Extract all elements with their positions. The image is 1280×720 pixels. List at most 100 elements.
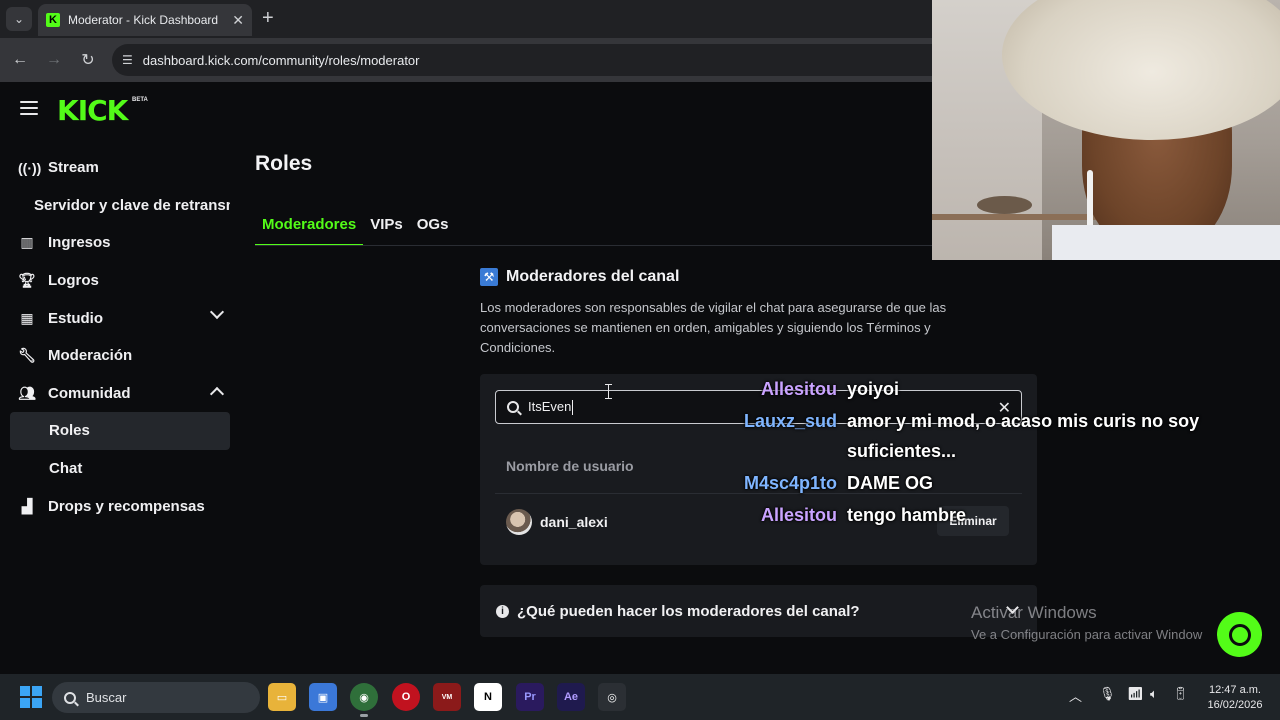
sidebar-item-moderacion[interactable]: 🔧︎ Moderación — [10, 337, 230, 375]
tab-search-button[interactable]: ⌄ — [6, 7, 32, 31]
text-cursor-icon — [605, 384, 615, 399]
close-tab-icon[interactable]: ✕ — [232, 12, 244, 29]
help-chat-button[interactable] — [1217, 612, 1262, 657]
webcam-overlay — [932, 0, 1280, 260]
menu-icon[interactable] — [20, 101, 38, 115]
system-clock[interactable]: 12:47 a.m. 16/02/2026 — [1200, 683, 1270, 713]
kick-logo[interactable]: KICK — [57, 94, 128, 127]
sidebar-item-label: Moderación — [48, 347, 133, 365]
hammer-icon: ⚒ — [480, 268, 498, 286]
avatar[interactable] — [506, 509, 532, 535]
opera-icon[interactable]: O — [392, 683, 420, 711]
section-description: Los moderadores son responsables de vigi… — [480, 300, 947, 355]
sidebar-item-logros[interactable]: 🏆︎ Logros — [10, 262, 230, 300]
url-text: dashboard.kick.com/community/roles/moder… — [142, 52, 420, 68]
chat-message: suficientes... — [847, 441, 957, 461]
sidebar-item-stream[interactable]: ((·)) Stream — [10, 149, 230, 187]
site-info-icon[interactable]: ☰ — [122, 53, 133, 67]
notion-icon[interactable]: N — [474, 683, 502, 711]
back-icon[interactable]: ← — [8, 48, 32, 72]
wifi-icon[interactable]: 📶︎ — [1127, 686, 1144, 702]
windows-start-icon[interactable] — [20, 686, 42, 708]
sidebar-item-comunidad[interactable]: 👥︎ Comunidad — [10, 375, 230, 413]
moderators-section: ⚒ Moderadores del canal Los moderadores … — [480, 268, 1040, 358]
new-tab-button[interactable]: + — [262, 8, 274, 28]
chrome-icon[interactable]: ◉ — [350, 683, 378, 717]
tray-chevron-icon[interactable]: ︿ — [1069, 686, 1082, 705]
sidebar-item-stream-key[interactable]: Servidor y clave de retransm — [10, 187, 230, 225]
obs-icon[interactable]: ◎ — [598, 683, 626, 711]
search-icon — [64, 691, 76, 704]
chat-message: tengo hambre — [847, 505, 967, 525]
clock-date: 16/02/2026 — [1207, 699, 1263, 711]
faq-question: ¿Qué pueden hacer los moderadores del ca… — [517, 602, 860, 620]
sidebar-item-label: Logros — [48, 272, 99, 290]
chat-message: DAME OG — [847, 473, 934, 493]
roles-tabs: Moderadores VIPs OGs — [255, 206, 455, 248]
sidebar-item-label: Roles — [49, 422, 90, 440]
trophy-icon: 🏆︎ — [18, 272, 36, 289]
sidebar-item-label: Servidor y clave de retransm — [34, 196, 230, 214]
after-effects-icon[interactable]: Ae — [557, 683, 585, 711]
sidebar-item-label: Drops y recompensas — [48, 497, 205, 515]
chat-username: M4sc4p1to — [743, 473, 837, 493]
sidebar-item-chat[interactable]: Chat — [10, 450, 230, 488]
chat-message: yoiyoi — [847, 379, 900, 399]
faq-accordion[interactable]: i ¿Qué pueden hacer los moderadores del … — [480, 585, 1037, 637]
premiere-icon[interactable]: Pr — [516, 683, 544, 711]
tab-title: Moderator - Kick Dashboard — [68, 13, 219, 27]
page-title: Roles — [255, 152, 313, 175]
sidebar-item-label: Chat — [49, 460, 83, 478]
column-header-username[interactable]: Nombre de usuario — [506, 458, 634, 474]
sidebar: ((·)) Stream Servidor y clave de retrans… — [10, 149, 230, 525]
broadcast-icon: ((·)) — [18, 159, 42, 176]
drops-icon: ▟ — [21, 497, 33, 514]
studio-icon: ▦ — [20, 309, 34, 326]
windows-activation-title: Activar Windows — [971, 603, 1097, 622]
battery-icon[interactable]: 🔋︎ — [1172, 686, 1189, 702]
sidebar-item-ingresos[interactable]: ▥ Ingresos — [10, 224, 230, 262]
tab-vips[interactable]: VIPs — [363, 206, 410, 246]
moderators-card: ItsEven ✕ Nombre de usuario dani_alexi E… — [480, 374, 1037, 565]
file-explorer-icon[interactable]: ▭ — [268, 683, 296, 711]
sidebar-item-drops[interactable]: ▟ Drops y recompensas — [10, 487, 230, 525]
kick-favicon-icon: K — [46, 13, 60, 27]
beta-badge: BETA — [132, 97, 148, 103]
reload-icon[interactable]: ↻ — [76, 48, 100, 72]
search-value[interactable]: ItsEven — [528, 399, 574, 416]
sidebar-item-label: Comunidad — [48, 384, 131, 402]
chevron-down-icon[interactable] — [209, 305, 225, 320]
username[interactable]: dani_alexi — [540, 514, 608, 530]
clock-time: 12:47 a.m. — [1209, 684, 1261, 696]
table-row: dani_alexi — [506, 509, 608, 535]
wrench-icon: 🔧︎ — [18, 347, 36, 364]
forward-icon[interactable]: → — [42, 48, 66, 72]
windows-activation-subtitle: Ve a Configuración para activar Window — [971, 627, 1203, 642]
tabs-divider — [255, 245, 935, 246]
sidebar-item-label: Ingresos — [48, 234, 111, 252]
sidebar-item-label: Stream — [48, 159, 99, 177]
taskbar-search-placeholder: Buscar — [86, 690, 127, 705]
chat-username: Allesitou — [760, 505, 837, 525]
store-icon[interactable]: ▣ — [309, 683, 337, 711]
taskbar-search[interactable]: Buscar — [52, 682, 260, 713]
info-icon: i — [496, 604, 509, 618]
chart-icon: ▥ — [20, 234, 34, 251]
search-icon — [507, 401, 519, 413]
people-icon: 👥︎ — [18, 384, 36, 401]
sidebar-item-roles[interactable]: Roles — [10, 412, 230, 450]
sidebar-item-estudio[interactable]: ▦ Estudio — [10, 299, 230, 337]
chat-username: Allesitou — [760, 379, 837, 399]
voicemeeter-icon[interactable]: VM — [433, 683, 461, 711]
microphone-icon[interactable]: 🎙︎ — [1099, 686, 1116, 702]
browser-tab[interactable]: K Moderator - Kick Dashboard ✕ — [38, 4, 252, 36]
chat-message: amor y mi mod, o acaso mis curis no soy — [847, 411, 1200, 431]
chevron-up-icon[interactable] — [209, 386, 225, 401]
taskbar: Buscar ▭ ▣ ◉ O VM N Pr Ae ◎ ︿ 🎙︎ 📶︎ 🔈︎ 🔋… — [0, 674, 1280, 720]
volume-icon[interactable]: 🔈︎ — [1150, 686, 1158, 702]
tab-moderadores[interactable]: Moderadores — [255, 206, 364, 246]
section-title: Moderadores del canal — [506, 268, 680, 285]
chat-username: Lauxz_sud — [743, 411, 837, 431]
tab-ogs[interactable]: OGs — [410, 206, 456, 246]
sidebar-item-label: Estudio — [48, 309, 103, 327]
